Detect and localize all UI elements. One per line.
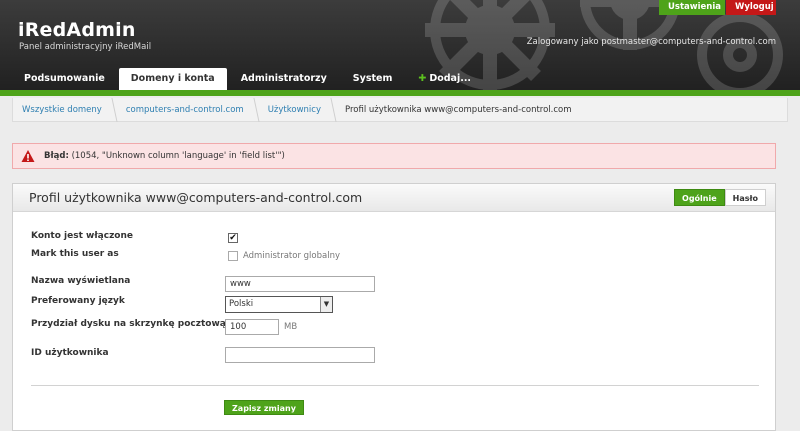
- error-text: Błąd: (1054, "Unknown column 'language' …: [44, 151, 285, 161]
- app-title: iRedAdmin: [18, 19, 136, 41]
- quota-input[interactable]: 100: [225, 319, 279, 335]
- nav-admins[interactable]: Administratorzy: [229, 68, 339, 90]
- logout-button[interactable]: Wyloguj: [726, 0, 776, 15]
- user-id-label: ID użytkownika: [31, 348, 109, 358]
- breadcrumb-users[interactable]: Użytkownicy: [259, 98, 331, 122]
- form-divider: [31, 385, 759, 386]
- language-label: Preferowany język: [31, 296, 125, 306]
- nav-domains-accounts[interactable]: Domeny i konta: [118, 68, 227, 90]
- breadcrumb: Wszystkie domeny computers-and-control.c…: [12, 97, 788, 122]
- language-select-value: Polski: [229, 299, 254, 309]
- display-name-input[interactable]: www: [225, 276, 375, 292]
- mark-user-label: Mark this user as: [31, 249, 119, 259]
- plus-icon: ✚: [418, 73, 427, 84]
- checkmark-icon: ✔: [229, 233, 237, 243]
- tab-general[interactable]: Ogólnie: [674, 189, 725, 206]
- nav-add-label: Dodaj...: [429, 73, 472, 84]
- error-message-box: Błąd: (1054, "Unknown column 'language' …: [12, 143, 776, 169]
- save-changes-button[interactable]: Zapisz zmiany: [224, 400, 304, 415]
- app-subtitle: Panel administracyjny iRedMail: [19, 42, 152, 52]
- error-detail: (1054, "Unknown column 'language' in 'fi…: [71, 151, 285, 161]
- breadcrumb-all-domains[interactable]: Wszystkie domeny: [13, 98, 112, 122]
- error-label: Błąd:: [44, 151, 69, 161]
- panel-tabs: Ogólnie Hasło: [674, 189, 766, 206]
- quota-unit: MB: [284, 322, 298, 332]
- account-enabled-checkbox[interactable]: ✔: [228, 233, 238, 243]
- main-nav: Podsumowanie Domeny i konta Administrato…: [12, 68, 485, 90]
- app-header: iRedAdmin Panel administracyjny iRedMail…: [0, 0, 800, 96]
- global-admin-label: Administrator globalny: [243, 251, 340, 261]
- panel-title: Profil użytkownika www@computers-and-con…: [29, 190, 363, 205]
- logged-in-status: Zalogowany jako postmaster@computers-and…: [526, 37, 776, 47]
- quota-label: Przydział dysku na skrzynkę pocztową: [31, 319, 226, 329]
- language-select[interactable]: Polski ▼: [225, 296, 333, 313]
- panel-header: Profil użytkownika www@computers-and-con…: [13, 184, 775, 212]
- user-id-input[interactable]: [225, 347, 375, 363]
- warning-icon: [21, 150, 35, 162]
- tab-password[interactable]: Hasło: [724, 189, 766, 206]
- header-accent-bar: [0, 90, 800, 96]
- global-admin-checkbox[interactable]: [228, 251, 238, 261]
- settings-button[interactable]: Ustawienia: [659, 0, 725, 15]
- nav-add[interactable]: ✚ Dodaj...: [406, 68, 483, 90]
- breadcrumb-domain[interactable]: computers-and-control.com: [117, 98, 254, 122]
- enabled-label: Konto jest włączone: [31, 231, 134, 241]
- user-profile-panel: Profil użytkownika www@computers-and-con…: [12, 183, 776, 431]
- nav-summary[interactable]: Podsumowanie: [12, 68, 117, 90]
- breadcrumb-current: Profil użytkownika www@computers-and-con…: [344, 104, 572, 115]
- chevron-down-icon: ▼: [320, 297, 332, 312]
- nav-system[interactable]: System: [341, 68, 405, 90]
- display-name-label: Nazwa wyświetlana: [31, 276, 131, 286]
